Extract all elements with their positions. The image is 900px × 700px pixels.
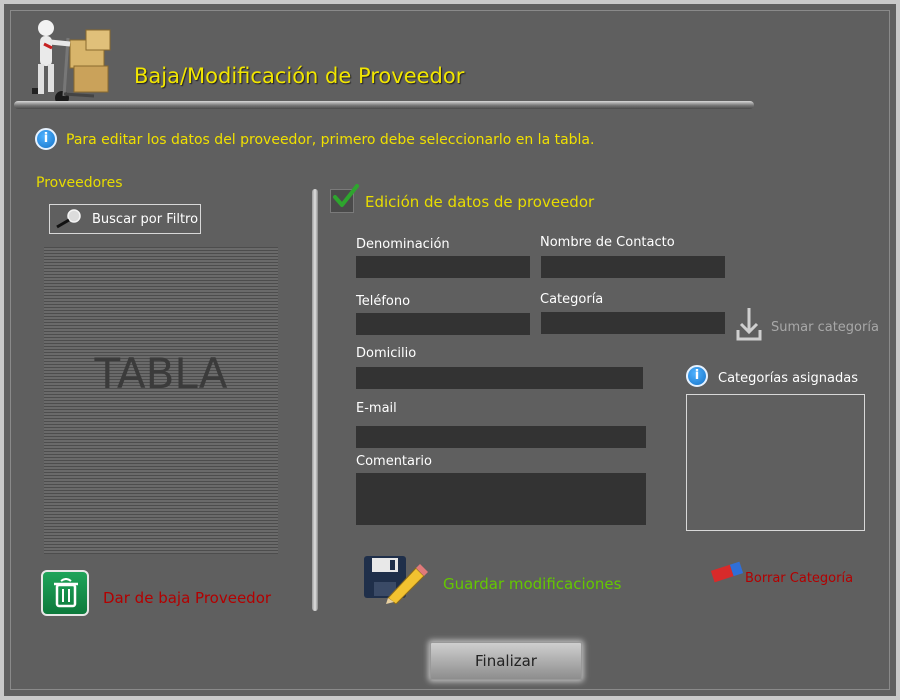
main-window: Baja/Modificación de Proveedor i Para ed… xyxy=(0,0,900,700)
edit-toggle-label: Edición de datos de proveedor xyxy=(365,193,595,211)
contacto-label: Nombre de Contacto xyxy=(540,235,675,250)
delete-provider-label[interactable]: Dar de baja Proveedor xyxy=(103,589,271,607)
hint-text: Para editar los datos del proveedor, pri… xyxy=(66,132,595,148)
page-title: Baja/Modificación de Proveedor xyxy=(134,64,465,88)
filter-search-label: Buscar por Filtro xyxy=(92,212,199,227)
denominacion-label: Denominación xyxy=(356,237,450,252)
finish-button[interactable]: Finalizar xyxy=(430,642,582,680)
delivery-figure-logo xyxy=(24,18,124,108)
title-divider xyxy=(14,101,754,109)
assigned-categories-list[interactable] xyxy=(686,394,865,531)
vertical-separator xyxy=(312,189,318,611)
delete-category-button[interactable]: Borrar Categoría xyxy=(708,560,856,588)
denominacion-input[interactable] xyxy=(356,256,530,278)
telefono-input[interactable] xyxy=(356,313,530,335)
floppy-pencil-icon xyxy=(362,552,432,608)
add-category-label: Sumar categoría xyxy=(771,320,879,335)
filter-search-button[interactable]: Buscar por Filtro xyxy=(49,204,201,234)
save-changes-label: Guardar modificaciones xyxy=(443,575,622,593)
delete-provider-button[interactable] xyxy=(41,570,89,616)
eraser-icon xyxy=(708,560,746,588)
table-placeholder-text: TABLA xyxy=(94,349,228,398)
info-icon: i xyxy=(35,128,57,150)
categories-info-icon: i xyxy=(686,365,708,387)
telefono-label: Teléfono xyxy=(356,294,411,309)
checkmark-icon xyxy=(332,184,360,214)
categoria-input[interactable] xyxy=(541,312,725,334)
magnifier-icon xyxy=(54,208,84,234)
providers-table[interactable]: TABLA xyxy=(44,247,278,554)
proveedores-label: Proveedores xyxy=(36,175,123,191)
edit-toggle-checkbox[interactable] xyxy=(330,184,359,213)
categoria-label: Categoría xyxy=(540,292,604,307)
contacto-input[interactable] xyxy=(541,256,725,278)
domicilio-label: Domicilio xyxy=(356,346,417,361)
email-label: E-mail xyxy=(356,401,397,416)
domicilio-input[interactable] xyxy=(356,367,643,389)
assigned-categories-label: Categorías asignadas xyxy=(718,371,858,386)
comentario-label: Comentario xyxy=(356,454,432,469)
comentario-textarea[interactable] xyxy=(356,473,646,525)
save-changes-button[interactable]: Guardar modificaciones xyxy=(362,552,622,605)
trash-recycle-icon xyxy=(52,578,80,612)
download-arrow-icon xyxy=(735,306,763,346)
email-input[interactable] xyxy=(356,426,646,448)
delete-category-label: Borrar Categoría xyxy=(745,571,854,586)
